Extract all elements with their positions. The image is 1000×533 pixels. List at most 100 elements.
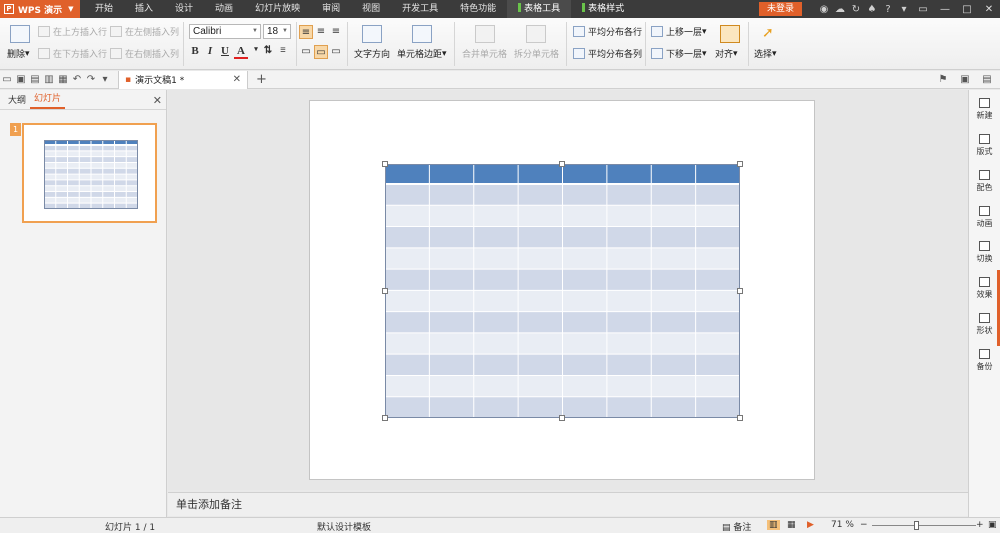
delete-table-icon[interactable] bbox=[10, 25, 30, 43]
split-cells-icon[interactable] bbox=[526, 25, 546, 43]
sidebar-item-backup[interactable]: 备份 bbox=[969, 349, 1000, 372]
tab-table-tools[interactable]: 表格工具 bbox=[507, 0, 572, 18]
align-button[interactable]: 对齐 ▾ bbox=[715, 47, 738, 61]
send-backward-button[interactable]: 下移一层 ▾ bbox=[651, 47, 707, 60]
sidebar-item-color[interactable]: 配色 bbox=[969, 170, 1000, 193]
cell-margin-button[interactable]: 单元格边距 ▾ bbox=[397, 47, 447, 61]
align-middle-button[interactable]: ▭ bbox=[314, 45, 328, 59]
align-objects-icon[interactable] bbox=[720, 25, 740, 43]
underline-button[interactable]: U bbox=[218, 45, 232, 57]
insert-row-below-button[interactable]: 在下方插入行 bbox=[38, 47, 107, 60]
sidebar-item-animation[interactable]: 动画 bbox=[969, 206, 1000, 229]
text-direction-button[interactable]: 文字方向 bbox=[354, 47, 390, 60]
tab-insert[interactable]: 插入 bbox=[124, 0, 164, 18]
align-right-button[interactable]: ≡ bbox=[329, 25, 343, 39]
align-top-button[interactable]: ▭ bbox=[299, 45, 313, 59]
insert-row-above-button[interactable]: 在上方插入行 bbox=[38, 25, 107, 38]
chevron-down-icon[interactable]: ▾ bbox=[98, 74, 112, 85]
maximize-icon[interactable]: □ bbox=[956, 4, 978, 15]
fullscreen-icon[interactable]: ▣ bbox=[958, 74, 972, 85]
align-center-button[interactable]: ≡ bbox=[314, 25, 328, 39]
app-menu-button[interactable]: P WPS 演示 ▼ bbox=[0, 0, 80, 18]
sidebar-toggle-icon[interactable]: ▤ bbox=[980, 74, 994, 85]
pin-icon[interactable]: ⚑ bbox=[936, 74, 950, 85]
font-color-button[interactable]: A bbox=[234, 45, 248, 59]
insert-col-right-button[interactable]: 在右侧插入列 bbox=[110, 47, 179, 60]
open-folder-icon[interactable]: ▭ bbox=[0, 74, 14, 85]
sidebar-item-layout[interactable]: 版式 bbox=[969, 134, 1000, 157]
resize-handle-top-right[interactable] bbox=[737, 161, 743, 167]
undo-icon[interactable]: ↶ bbox=[70, 74, 84, 85]
table[interactable] bbox=[385, 164, 740, 418]
close-icon[interactable]: ✕ bbox=[978, 4, 1000, 15]
close-icon[interactable]: ✕ bbox=[233, 74, 241, 85]
resize-handle-left[interactable] bbox=[382, 288, 388, 294]
zoom-out-button[interactable]: − bbox=[860, 520, 868, 530]
sidebar-item-shapes[interactable]: 形状 bbox=[969, 313, 1000, 336]
slide[interactable] bbox=[309, 100, 815, 480]
line-spacing-icon[interactable]: ⇅ bbox=[261, 45, 275, 56]
distribute-rows-button[interactable]: 平均分布各行 bbox=[573, 25, 642, 38]
resize-handle-bottom[interactable] bbox=[559, 415, 565, 421]
text-direction-icon[interactable] bbox=[362, 25, 382, 43]
resize-handle-right[interactable] bbox=[737, 288, 743, 294]
refresh-icon[interactable]: ↻ bbox=[848, 4, 864, 15]
resize-handle-bottom-right[interactable] bbox=[737, 415, 743, 421]
tab-outline[interactable]: 大纲 bbox=[4, 93, 30, 109]
sidebar-item-new[interactable]: 新建 bbox=[969, 98, 1000, 121]
tab-table-style[interactable]: 表格样式 bbox=[571, 0, 635, 18]
font-size-select[interactable]: 18 ▼ bbox=[263, 24, 291, 39]
table-grid[interactable] bbox=[385, 164, 740, 418]
tab-design[interactable]: 设计 bbox=[164, 0, 204, 18]
redo-icon[interactable]: ↷ bbox=[84, 74, 98, 85]
bring-forward-button[interactable]: 上移一层 ▾ bbox=[651, 25, 707, 38]
zoom-slider-thumb[interactable] bbox=[914, 521, 919, 530]
normal-view-icon[interactable]: ▥ bbox=[767, 520, 780, 530]
zoom-slider-track[interactable] bbox=[872, 525, 976, 526]
tab-developer[interactable]: 开发工具 bbox=[391, 0, 449, 18]
bold-button[interactable]: B bbox=[188, 45, 202, 57]
slideshow-icon[interactable]: ▶ bbox=[807, 520, 814, 530]
tab-features[interactable]: 特色功能 bbox=[449, 0, 507, 18]
skin-icon[interactable]: ◉ bbox=[816, 4, 832, 15]
tab-start[interactable]: 开始 bbox=[84, 0, 124, 18]
resize-handle-top-left[interactable] bbox=[382, 161, 388, 167]
document-tab[interactable]: ▪ 演示文稿1 * ✕ bbox=[118, 70, 248, 89]
select-button[interactable]: 选择 ▾ bbox=[754, 47, 777, 61]
shirt-icon[interactable]: ♠ bbox=[864, 4, 880, 15]
merge-cells-icon[interactable] bbox=[475, 25, 495, 43]
resize-handle-bottom-left[interactable] bbox=[382, 415, 388, 421]
print-preview-icon[interactable]: ▦ bbox=[56, 74, 70, 85]
print-icon[interactable]: ▥ bbox=[42, 74, 56, 85]
help-icon[interactable]: ? bbox=[880, 4, 896, 15]
merge-cells-button[interactable]: 合并单元格 bbox=[462, 47, 507, 60]
cell-margin-icon[interactable] bbox=[412, 25, 432, 43]
sidebar-item-transition[interactable]: 切换 bbox=[969, 241, 1000, 264]
tab-slideshow[interactable]: 幻灯片放映 bbox=[244, 0, 311, 18]
zoom-in-button[interactable]: + bbox=[976, 520, 984, 530]
cursor-icon[interactable]: ➚ bbox=[762, 25, 774, 41]
notes-toggle-button[interactable]: ▤ 备注 bbox=[722, 520, 751, 533]
minimize-icon[interactable]: — bbox=[934, 4, 956, 15]
share-icon[interactable]: ☁ bbox=[832, 4, 848, 15]
split-cells-button[interactable]: 拆分单元格 bbox=[514, 47, 559, 60]
chevron-down-icon[interactable]: ▾ bbox=[896, 4, 912, 15]
login-button[interactable]: 未登录 bbox=[758, 2, 802, 16]
export-pdf-icon[interactable]: ▤ bbox=[28, 74, 42, 85]
font-name-select[interactable]: Calibri ▼ bbox=[189, 24, 261, 39]
italic-button[interactable]: I bbox=[203, 45, 217, 57]
slide-thumbnail[interactable] bbox=[22, 123, 157, 223]
insert-col-left-button[interactable]: 在左侧插入列 bbox=[110, 25, 179, 38]
fit-window-icon[interactable]: ▣ bbox=[988, 520, 997, 530]
delete-button[interactable]: 删除 ▾ bbox=[7, 47, 30, 61]
sidebar-item-effects[interactable]: 效果 bbox=[969, 277, 1000, 300]
notes-area[interactable]: 单击添加备注 bbox=[168, 492, 968, 516]
tab-slides[interactable]: 幻灯片 bbox=[30, 91, 66, 109]
tab-animation[interactable]: 动画 bbox=[204, 0, 244, 18]
align-left-button[interactable]: ≡ bbox=[299, 25, 313, 39]
paragraph-icon[interactable]: ≡ bbox=[276, 45, 290, 56]
tab-view[interactable]: 视图 bbox=[351, 0, 391, 18]
close-icon[interactable]: ✕ bbox=[153, 94, 162, 107]
slide-sorter-icon[interactable]: ▦ bbox=[787, 520, 796, 530]
resize-handle-top[interactable] bbox=[559, 161, 565, 167]
